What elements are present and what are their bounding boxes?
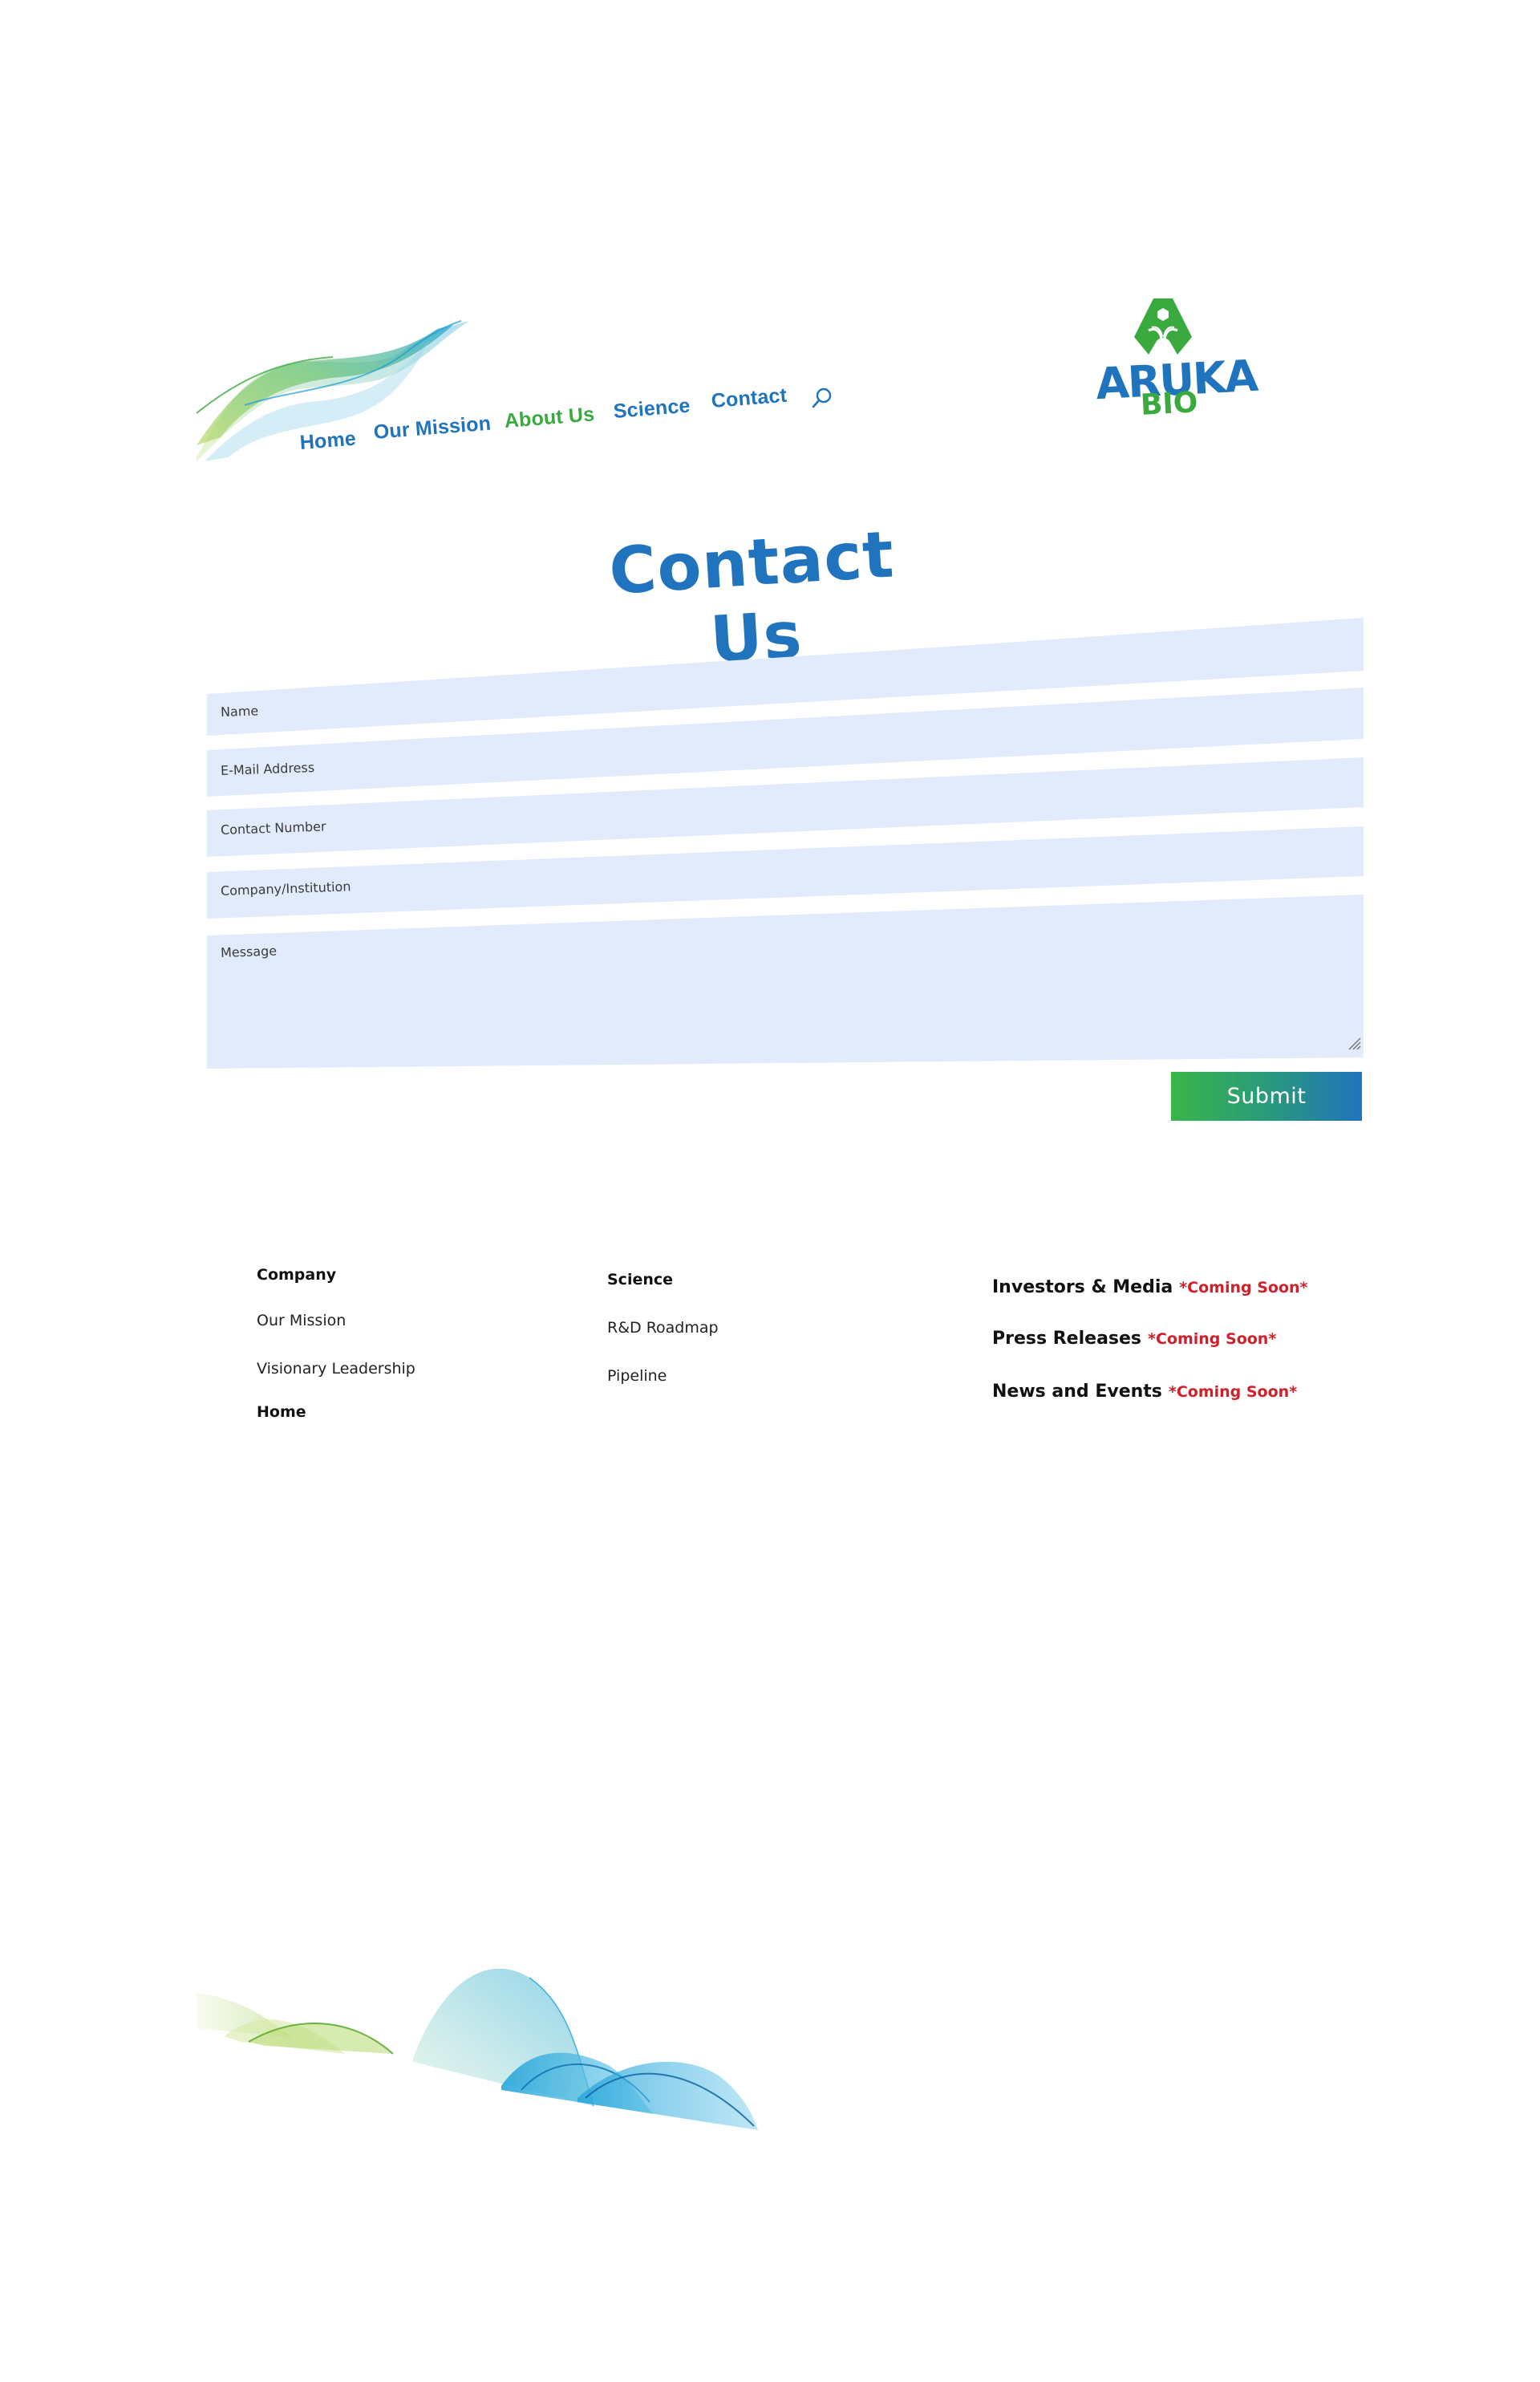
company-institution-input[interactable] (207, 862, 1367, 908)
footer-investors-media[interactable]: Investors & Media *Coming Soon* (992, 1277, 1307, 1297)
name-placeholder: Name (220, 703, 259, 720)
main-nav: Home Our Mission About Us Science Contac… (297, 377, 842, 457)
footer-science-heading: Science (607, 1271, 674, 1288)
nav-science[interactable]: Science (613, 395, 691, 424)
footer-link-pipeline[interactable]: Pipeline (607, 1367, 667, 1385)
logo-brand-sub: BIO (1139, 386, 1199, 422)
footer-news-events[interactable]: News and Events *Coming Soon* (992, 1382, 1297, 1402)
footer-press-releases[interactable]: Press Releases *Coming Soon* (992, 1329, 1276, 1349)
aruka-bio-logo[interactable]: ARUKA BIO (1091, 297, 1258, 422)
footer-company-heading: Company (257, 1266, 337, 1284)
nav-contact[interactable]: Contact (711, 384, 788, 413)
coming-soon-badge: *Coming Soon* (1168, 1383, 1298, 1401)
nav-home[interactable]: Home (299, 428, 357, 455)
footer-wave-decoration (197, 1968, 758, 2130)
page-title: Contact Us (606, 517, 897, 678)
name-input[interactable] (207, 682, 1367, 728)
nav-our-mission[interactable]: Our Mission (373, 412, 492, 444)
footer-news-events-label: News and Events (992, 1382, 1162, 1402)
footer-investors-media-label: Investors & Media (992, 1277, 1173, 1297)
nav-about-us[interactable]: About Us (504, 403, 596, 433)
submit-button[interactable]: Submit (1171, 1072, 1362, 1121)
footer-link-visionary-leadership[interactable]: Visionary Leadership (257, 1360, 415, 1378)
footer-link-our-mission[interactable]: Our Mission (257, 1312, 346, 1329)
logo-mark-icon (1134, 298, 1192, 355)
email-input[interactable] (207, 742, 1367, 788)
footer-link-rd-roadmap[interactable]: R&D Roadmap (607, 1319, 719, 1337)
contact-number-input[interactable] (207, 802, 1367, 848)
coming-soon-badge: *Coming Soon* (1179, 1279, 1308, 1297)
footer-link-home[interactable]: Home (257, 1403, 306, 1421)
message-textarea[interactable] (207, 923, 1367, 1062)
footer-press-releases-label: Press Releases (992, 1329, 1142, 1349)
search-icon[interactable] (810, 387, 834, 411)
coming-soon-badge: *Coming Soon* (1148, 1330, 1277, 1348)
message-placeholder: Message (220, 943, 278, 960)
